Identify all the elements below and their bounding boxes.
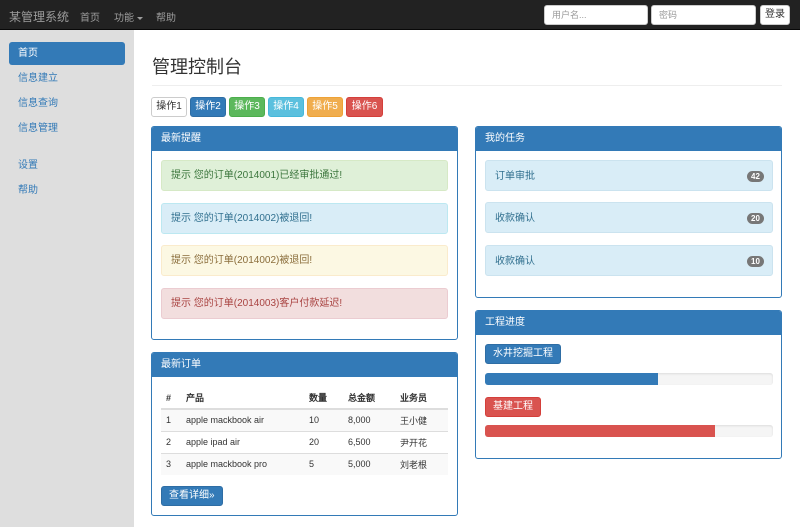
cell-total: 8,000	[343, 408, 395, 431]
view-details-button[interactable]: 查看详细»	[161, 486, 223, 506]
cell-quantity: 10	[304, 408, 343, 431]
table-header-row: # 产品 数量 总金额 业务员	[161, 387, 448, 410]
sidebar-item-info-create[interactable]: 信息建立	[9, 67, 125, 90]
alert-payment-delay: 提示 您的订单(2014003)客户付款延迟!	[161, 288, 448, 319]
alert-approved: 提示 您的订单(2014001)已经审批通过!	[161, 160, 448, 191]
sidebar-item-settings[interactable]: 设置	[9, 154, 125, 177]
sidebar-item-info-manage[interactable]: 信息管理	[9, 117, 125, 140]
progress-panel-title: 工程进度	[476, 311, 781, 335]
cell-product: apple ipad air	[181, 430, 304, 453]
table-row: 3 apple mackbook pro 5 5,000 刘老根	[161, 452, 448, 475]
sidebar-item-help[interactable]: 帮助	[9, 179, 125, 202]
col-header-index: #	[161, 387, 181, 410]
page-title: 管理控制台	[152, 57, 242, 77]
cell-index: 1	[161, 408, 181, 431]
orders-panel: 最新订单 # 产品 数量 总金额 业务员 1 apple mackbook ai…	[151, 352, 458, 516]
cell-index: 3	[161, 452, 181, 475]
title-divider	[152, 85, 782, 86]
project-well-progress	[485, 373, 773, 385]
task-item-payment-confirm[interactable]: 收款确认 20	[485, 202, 773, 233]
task-item-order-approval[interactable]: 订单审批 42	[485, 160, 773, 191]
col-header-product: 产品	[181, 387, 304, 410]
username-input[interactable]	[544, 5, 648, 25]
op-button-3[interactable]: 操作3	[229, 97, 265, 117]
col-header-quantity: 数量	[304, 387, 343, 410]
op-button-4[interactable]: 操作4	[268, 97, 304, 117]
project-infrastructure-progress	[485, 425, 773, 437]
op-button-2[interactable]: 操作2	[190, 97, 226, 117]
cell-product: apple mackbook pro	[181, 452, 304, 475]
cell-salesperson: 王小健	[395, 408, 448, 431]
cell-salesperson: 刘老根	[395, 452, 448, 475]
brand-title[interactable]: 某管理系统	[9, 8, 69, 25]
nav-link-features[interactable]: 功能	[114, 9, 143, 24]
orders-table: # 产品 数量 总金额 业务员 1 apple mackbook air 10 …	[161, 387, 448, 475]
task-label: 订单审批	[495, 171, 535, 182]
cell-salesperson: 尹开花	[395, 430, 448, 453]
table-row: 1 apple mackbook air 10 8,000 王小健	[161, 408, 448, 431]
top-navbar: 某管理系统 首页 功能 帮助 登录	[0, 0, 800, 30]
progress-panel: 工程进度 水井挖掘工程 基建工程	[475, 310, 782, 459]
nav-link-features-label: 功能	[114, 13, 134, 24]
nav-link-home[interactable]: 首页	[80, 9, 100, 24]
tasks-panel: 我的任务 订单审批 42 收款确认 20 收款确认 10	[475, 126, 782, 298]
cell-quantity: 5	[304, 452, 343, 475]
sidebar-item-info-query[interactable]: 信息查询	[9, 92, 125, 115]
task-count-badge: 20	[747, 213, 764, 224]
nav-link-help[interactable]: 帮助	[156, 9, 176, 24]
alerts-panel-title: 最新提醒	[152, 127, 457, 151]
cell-total: 5,000	[343, 452, 395, 475]
cell-quantity: 20	[304, 430, 343, 453]
task-count-badge: 10	[747, 256, 764, 267]
caret-down-icon	[137, 16, 143, 20]
project-infrastructure-progress-fill	[485, 425, 716, 437]
cell-index: 2	[161, 430, 181, 453]
op-button-6[interactable]: 操作6	[346, 97, 383, 117]
task-label: 收款确认	[495, 256, 535, 267]
cell-product: apple mackbook air	[181, 408, 304, 431]
cell-total: 6,500	[343, 430, 395, 453]
op-button-1[interactable]: 操作1	[151, 97, 187, 117]
password-input[interactable]	[651, 5, 756, 25]
alert-returned-warning: 提示 您的订单(2014002)被退回!	[161, 245, 448, 276]
orders-panel-title: 最新订单	[152, 353, 457, 377]
login-button[interactable]: 登录	[760, 5, 790, 25]
alert-returned-info: 提示 您的订单(2014002)被退回!	[161, 203, 448, 234]
sidebar: 首页 信息建立 信息查询 信息管理 设置 帮助	[0, 30, 134, 527]
col-header-salesperson: 业务员	[395, 387, 448, 410]
project-well-progress-fill	[485, 373, 658, 385]
op-button-5[interactable]: 操作5	[307, 97, 343, 117]
task-label: 收款确认	[495, 213, 535, 224]
col-header-total: 总金额	[343, 387, 395, 410]
table-row: 2 apple ipad air 20 6,500 尹开花	[161, 430, 448, 453]
project-infrastructure-button[interactable]: 基建工程	[485, 397, 541, 417]
alerts-panel: 最新提醒 提示 您的订单(2014001)已经审批通过! 提示 您的订单(201…	[151, 126, 458, 340]
tasks-panel-title: 我的任务	[476, 127, 781, 151]
task-count-badge: 42	[747, 171, 764, 182]
project-well-button[interactable]: 水井挖掘工程	[485, 344, 561, 364]
sidebar-item-home[interactable]: 首页	[9, 42, 125, 65]
task-item-payment-confirm-2[interactable]: 收款确认 10	[485, 245, 773, 276]
